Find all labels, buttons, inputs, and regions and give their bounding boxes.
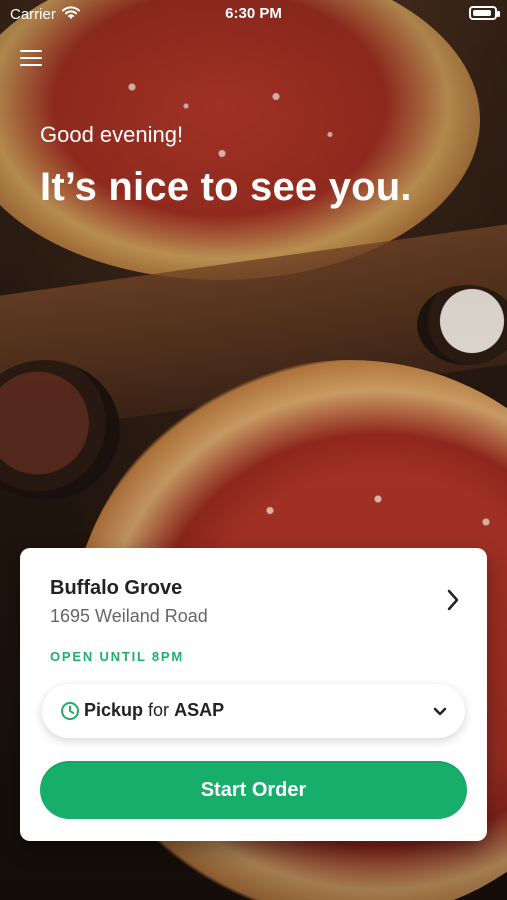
status-bar: Carrier 6:30 PM (0, 0, 507, 28)
start-order-button[interactable]: Start Order (40, 761, 467, 819)
battery-fill (473, 10, 491, 16)
pickup-connector: for (148, 700, 170, 720)
hamburger-menu-icon[interactable] (20, 48, 42, 66)
pickup-selector[interactable]: Pickup for ASAP (42, 684, 465, 738)
store-open-status: OPEN UNTIL 8PM (50, 649, 185, 664)
battery-icon (469, 6, 500, 20)
pickup-mode: Pickup (84, 700, 144, 720)
store-address: 1695 Weiland Road (50, 606, 208, 626)
pickup-time: ASAP (174, 700, 225, 720)
greeting-small: Good evening! (40, 122, 184, 147)
pickup-text: Pickup for ASAP (84, 700, 224, 721)
store-name: Buffalo Grove (50, 577, 183, 599)
clock-icon (60, 701, 80, 721)
menu-bar (20, 57, 42, 59)
menu-bar (20, 50, 42, 52)
chevron-down-icon (433, 704, 447, 718)
chevron-right-icon[interactable] (445, 588, 461, 612)
status-time: 6:30 PM (225, 5, 282, 22)
location-card: Buffalo Grove 1695 Weiland Road OPEN UNT… (20, 548, 487, 841)
menu-bar (20, 64, 42, 66)
greeting-headline: It’s nice to see you. (40, 165, 412, 209)
